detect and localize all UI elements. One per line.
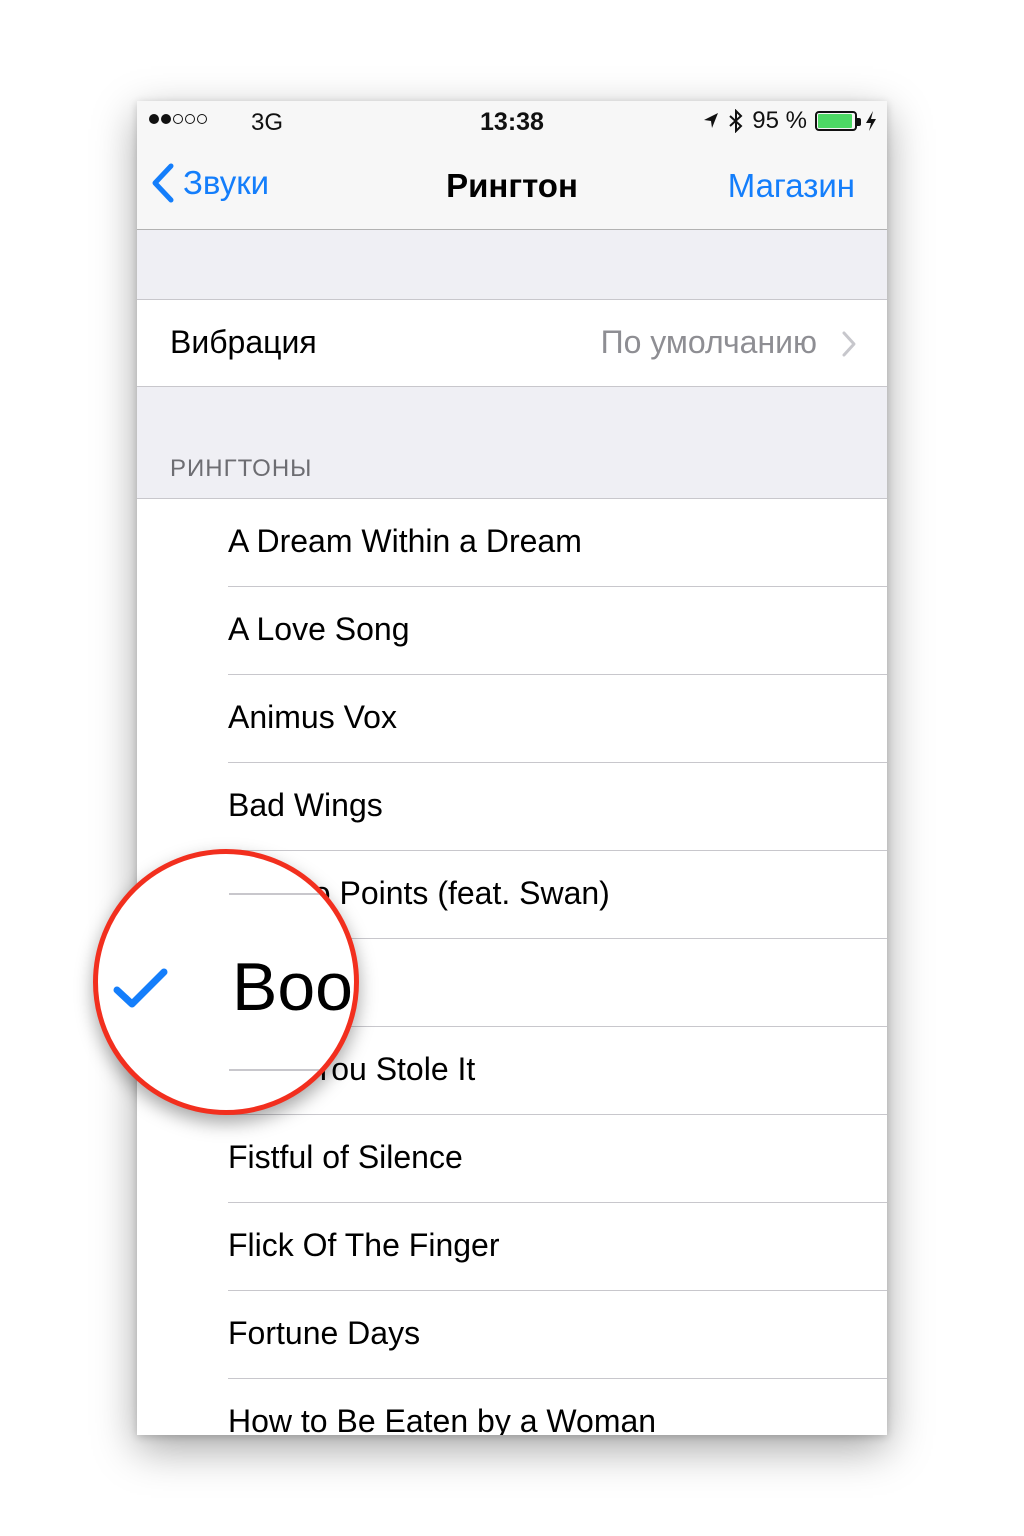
list-item[interactable]: A Dream Within a Dream — [137, 499, 887, 587]
ringtone-label: A Love Song — [228, 611, 410, 647]
vibration-value: По умолчанию — [600, 324, 817, 360]
ringtone-label: Bad Wings — [228, 787, 383, 823]
ringtone-label: Animus Vox — [228, 699, 397, 735]
vibration-row[interactable]: Вибрация По умолчанию — [137, 299, 887, 387]
list-item[interactable]: Animus Vox — [137, 675, 887, 763]
location-arrow-icon — [704, 113, 719, 128]
chevron-right-icon — [842, 331, 856, 357]
status-right-group: 95 % — [702, 107, 877, 135]
ringtone-label: Fistful of Silence — [228, 1139, 463, 1175]
battery-icon — [815, 111, 861, 131]
list-item[interactable]: Fistful of Silence — [137, 1115, 887, 1203]
magnified-text: Boo — [232, 949, 353, 1025]
list-item[interactable]: Fortune Days — [137, 1291, 887, 1379]
ringtone-label: Fortune Days — [228, 1315, 421, 1351]
section-header-ringtones: РИНГТОНЫ — [170, 455, 313, 482]
status-bar: 3G 13:38 95 % — [137, 101, 887, 141]
magnifier-callout: Boo — [93, 849, 359, 1115]
separator-line — [229, 893, 354, 895]
vibration-label: Вибрация — [170, 324, 317, 360]
bluetooth-icon — [729, 109, 743, 133]
charging-bolt-icon — [866, 111, 876, 131]
battery-percent: 95 % — [752, 107, 807, 134]
battery-tip — [857, 118, 861, 126]
navigation-bar: Звуки Рингтон Магазин — [137, 141, 887, 230]
checkmark-icon — [113, 968, 168, 1008]
list-item[interactable]: A Love Song — [137, 587, 887, 675]
store-button[interactable]: Магазин — [728, 167, 855, 205]
battery-fill — [818, 114, 853, 128]
ringtone-label: How to Be Eaten by a Woman — [228, 1403, 657, 1435]
phone-screen: 3G 13:38 95 % Звуки Рингтон Магазин Вибр… — [137, 101, 887, 1435]
separator-line — [229, 1069, 354, 1071]
list-item[interactable]: Bad Wings — [137, 763, 887, 851]
list-item[interactable]: Flick Of The Finger — [137, 1203, 887, 1291]
list-item[interactable]: How to Be Eaten by a Woman — [137, 1379, 887, 1435]
ringtone-label: A Dream Within a Dream — [228, 523, 582, 559]
ringtone-label: Flick Of The Finger — [228, 1227, 500, 1263]
